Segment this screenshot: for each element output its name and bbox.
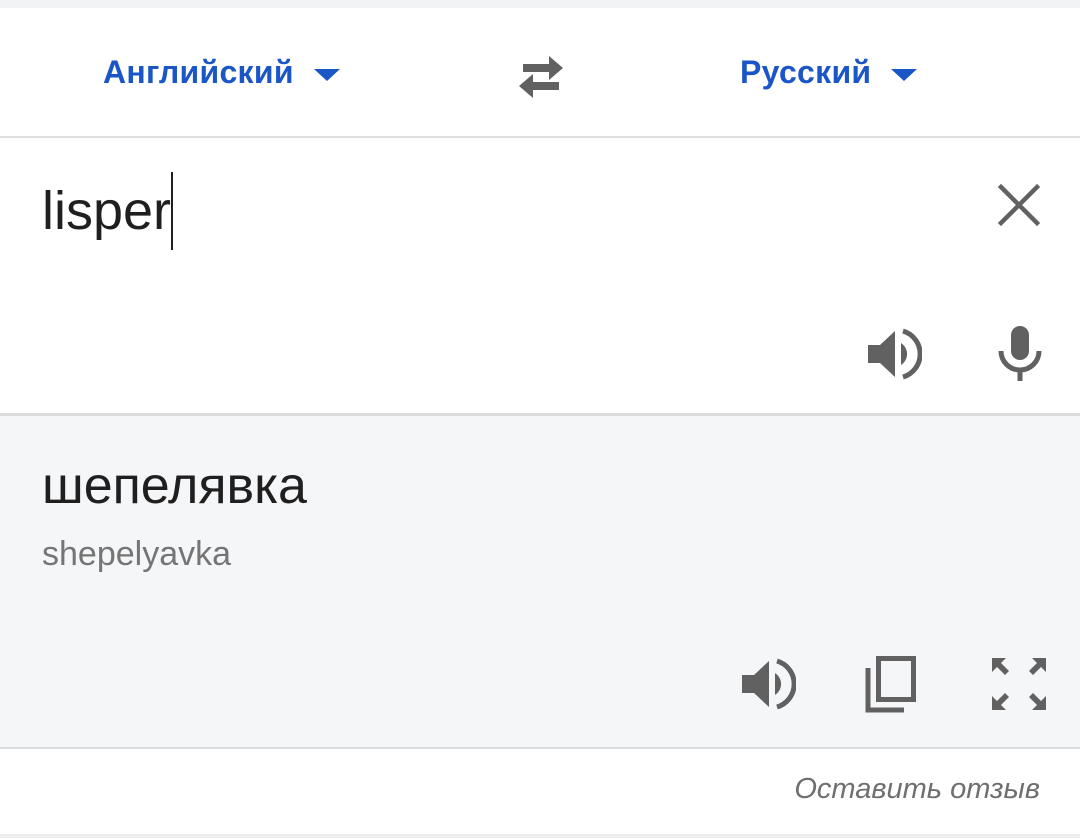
speaker-icon [868, 328, 923, 380]
target-language-label: Русский [740, 53, 872, 90]
listen-translation-button[interactable] [736, 656, 797, 712]
source-input-panel[interactable]: lisper [0, 138, 1080, 416]
swap-arrows-icon [519, 56, 563, 98]
top-divider [0, 0, 1080, 8]
target-language-selector[interactable]: Русский [740, 8, 918, 136]
feedback-link[interactable]: Оставить отзыв [794, 773, 1040, 806]
copy-translation-button[interactable] [864, 656, 920, 714]
microphone-icon [998, 326, 1042, 381]
transliteration-text: shepelyavka [42, 535, 232, 573]
translation-text: шепелявка [42, 457, 307, 515]
speaker-icon [742, 658, 797, 710]
text-cursor [171, 172, 174, 250]
translation-output-panel: шепелявка shepelyavka [0, 416, 1080, 749]
clear-input-button[interactable] [996, 182, 1042, 228]
voice-input-button[interactable] [994, 324, 1046, 384]
language-bar: Английский Русский [0, 8, 1080, 138]
listen-source-button[interactable] [862, 326, 923, 382]
footer: Оставить отзыв [0, 749, 1080, 838]
bottom-divider [0, 834, 1080, 838]
swap-languages-button[interactable] [509, 48, 573, 104]
chevron-down-icon [891, 69, 918, 81]
source-text-field[interactable]: lisper [42, 172, 174, 250]
fullscreen-icon [992, 658, 1046, 710]
source-language-selector[interactable]: Английский [103, 8, 340, 136]
source-text-value: lisper [42, 181, 172, 241]
fullscreen-button[interactable] [990, 656, 1048, 712]
chevron-down-icon [313, 69, 340, 81]
translate-app: Английский Русский lisper шепелявка shep… [0, 0, 1080, 838]
source-language-label: Английский [103, 53, 294, 90]
close-icon [997, 183, 1041, 227]
copy-icon [865, 656, 916, 713]
